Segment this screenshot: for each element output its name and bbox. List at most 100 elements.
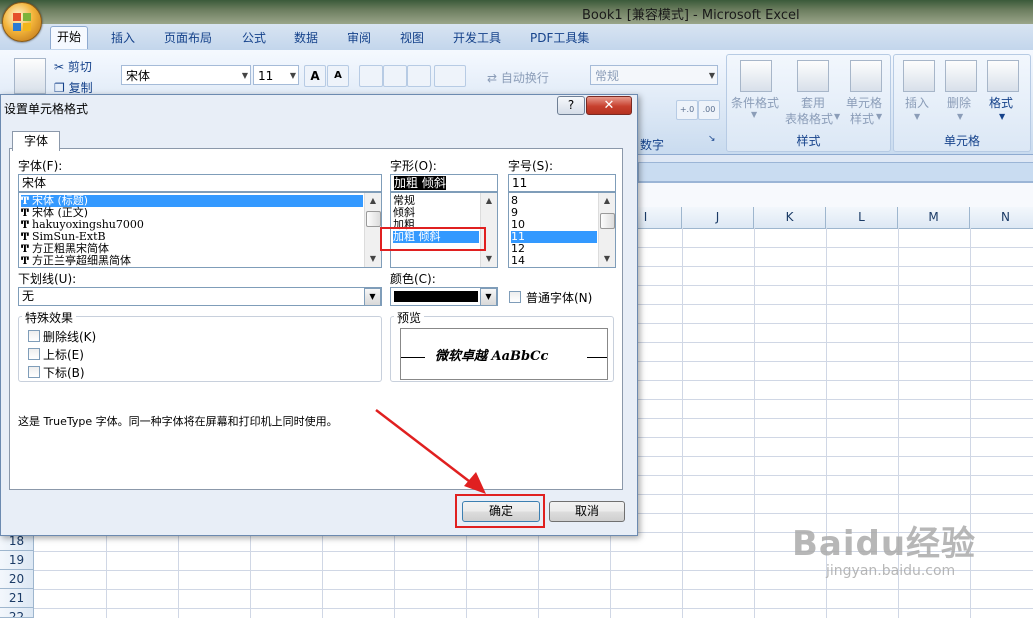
decrease-decimal-button[interactable]: .00 [698,100,720,120]
tab-review[interactable]: 审阅 [341,28,377,48]
conditional-format-button[interactable]: 条件格式 [731,94,779,111]
chevron-down-icon[interactable]: ▼ [480,288,497,306]
align-bottom-icon[interactable] [407,65,431,87]
normal-font-checkbox[interactable] [509,291,521,303]
scroll-up-icon[interactable]: ▲ [481,193,497,209]
tab-formulas[interactable]: 公式 [236,28,272,48]
font-input[interactable]: 宋体 [18,174,382,192]
subscript-checkbox[interactable] [28,366,40,378]
strikethrough-label: 删除线(K) [43,330,97,344]
baidu-watermark: Baidu经验 jingyan.baidu.com [792,525,976,579]
styles-group-label: 样式 [796,134,821,148]
cancel-button[interactable]: 取消 [549,501,625,522]
help-button[interactable]: ? [557,96,585,115]
font-name-combo[interactable]: 宋体 ▼ [121,65,251,85]
tab-data[interactable]: 数据 [288,28,324,48]
font-size-combo[interactable]: 11 ▼ [253,65,299,85]
scroll-thumb[interactable] [600,213,615,229]
tab-view[interactable]: 视图 [394,28,430,48]
align-top-icon[interactable] [359,65,383,87]
column-header-j[interactable]: J [682,207,754,228]
preview-text: 微软卓越 AaBbCc [435,349,549,364]
formula-input[interactable] [638,162,1033,182]
normal-font-label: 普通字体(N) [526,291,593,305]
cut-button[interactable]: ✂ 剪切 [54,58,92,75]
watermark-brand: Baidu经验 [792,524,977,564]
highlight-box-style [380,227,486,251]
tab-insert[interactable]: 插入 [105,28,141,48]
cell-style-icon[interactable] [850,60,882,92]
sheet-top-strip [638,183,1033,207]
row-header-19[interactable]: 19 [0,551,34,570]
shrink-font-button[interactable]: A [327,65,349,87]
wrap-text-button[interactable]: ⇄ 自动换行 [487,69,549,86]
number-format-combo[interactable]: 常规 ▼ [590,65,718,85]
font-label: 字体(F): [18,159,63,173]
close-button[interactable]: ✕ [586,96,632,115]
column-header-m[interactable]: M [898,207,970,228]
number-format-value: 常规 [595,69,620,83]
paste-icon[interactable] [14,58,46,94]
tab-home[interactable]: 开始 [50,26,89,49]
cell-style-button[interactable]: 单元格 [846,94,882,111]
font-list[interactable]: Ͳ 宋体 (标题) Ͳ 宋体 (正文) Ͳhakuyoxingshu7000 Ͳ Si… [18,192,382,268]
scroll-down-icon[interactable]: ▼ [599,251,615,267]
strikethrough-checkbox[interactable] [28,330,40,342]
delete-cells-button[interactable]: 删除 [947,94,971,111]
increase-decimal-button[interactable]: +.0 [676,100,698,120]
format-cells-button[interactable]: 格式 [989,94,1013,111]
scrollbar[interactable]: ▲ ▼ [364,193,381,267]
format-cells-icon[interactable] [987,60,1019,92]
scroll-down-icon[interactable]: ▼ [365,251,381,267]
grid-line [682,228,683,618]
font-style-input[interactable]: 加粗 倾斜 [390,174,498,192]
row-header-22[interactable]: 22 [0,608,34,618]
list-item[interactable]: 14 [511,255,525,267]
row-header-20[interactable]: 20 [0,570,34,589]
tab-font[interactable]: 字体 [12,131,60,151]
scrollbar[interactable]: ▲ ▼ [598,193,615,267]
row-header-21[interactable]: 21 [0,589,34,608]
font-style-input-text: 加粗 倾斜 [394,176,446,190]
list-item[interactable]: Ͳ 方正兰亭超细黑简体 [21,255,131,268]
chevron-down-icon: ▼ [751,110,758,119]
shrink-font-label: A [334,70,342,81]
cut-label: 剪切 [67,60,92,74]
column-header-l[interactable]: L [826,207,898,228]
insert-cells-button[interactable]: 插入 [905,94,929,111]
tab-page-layout[interactable]: 页面布局 [158,28,218,48]
effects-label: 特殊效果 [22,309,77,326]
scroll-up-icon[interactable]: ▲ [365,193,381,209]
font-size-list[interactable]: 8 9 10 11 12 14 ▲ ▼ [508,192,616,268]
conditional-format-icon[interactable] [740,60,772,92]
table-format-button[interactable]: 套用 [801,94,825,111]
tab-pdf-tools[interactable]: PDF工具集 [524,28,595,48]
grow-font-button[interactable]: A [304,65,326,87]
column-header-k[interactable]: K [754,207,826,228]
office-button[interactable] [2,2,42,42]
chevron-down-icon: ▼ [241,71,248,80]
align-middle-icon[interactable] [383,65,407,87]
column-header-n[interactable]: N [970,207,1033,228]
tab-developer[interactable]: 开发工具 [447,28,507,48]
orientation-icon[interactable] [434,65,466,87]
insert-cells-icon[interactable] [903,60,935,92]
table-format-label: 表格格式 [785,112,834,126]
scroll-thumb[interactable] [366,211,381,227]
scroll-down-icon[interactable]: ▼ [481,251,497,267]
dialog-launcher-icon[interactable]: ↘ [708,134,716,144]
table-format-icon[interactable] [797,60,829,92]
superscript-checkbox[interactable] [28,348,40,360]
chevron-down-icon[interactable]: ▼ [364,288,381,306]
underline-select[interactable]: 无 [18,287,382,306]
delete-cells-icon[interactable] [945,60,977,92]
truetype-icon: Ͳ [21,256,30,267]
font-size-input[interactable]: 11 [508,174,616,192]
scroll-up-icon[interactable]: ▲ [599,193,615,209]
dialog-title: 设置单元格格式 [4,102,89,116]
chevron-down-icon: ▼ [957,112,964,121]
preview-box: 微软卓越 AaBbCc [400,328,608,380]
color-label: 颜色(C): [390,272,436,286]
annotation-arrow [375,409,486,494]
grid-line [34,589,1033,590]
